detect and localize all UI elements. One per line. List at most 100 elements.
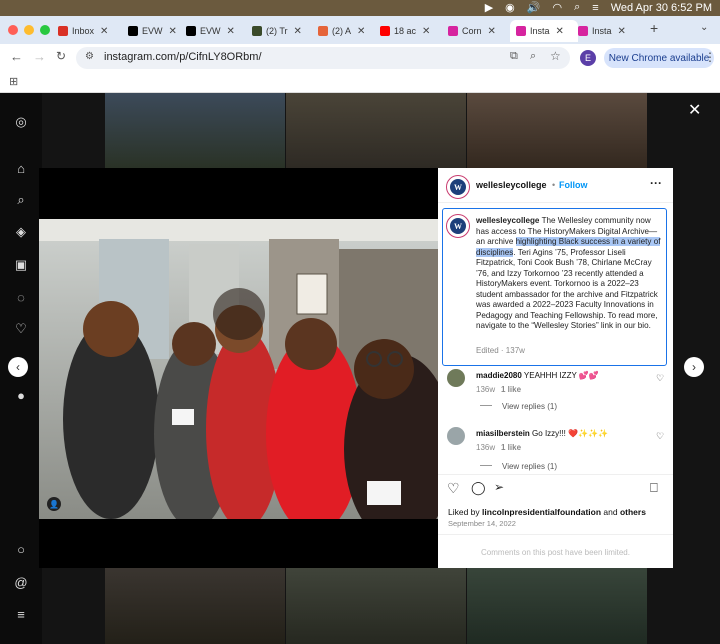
close-tab-icon[interactable]: ✕ xyxy=(169,26,177,37)
profile-avatar[interactable]: E xyxy=(580,50,596,66)
like-heart-icon[interactable]: ♡ xyxy=(447,480,460,497)
caption-username[interactable]: wellesleycollege xyxy=(476,216,539,225)
close-window-button[interactable] xyxy=(8,25,18,35)
url-text: instagram.com/p/CifnLY8ORbm/ xyxy=(104,51,262,63)
tagged-people-icon[interactable]: 👤 xyxy=(47,497,61,511)
liked-by-and: and xyxy=(601,507,620,517)
more-options-icon[interactable]: ··· xyxy=(650,176,662,190)
x-icon xyxy=(186,26,196,36)
new-chrome-available-button[interactable]: New Chrome available xyxy=(604,48,714,68)
bookmarks-bar: ⊞ xyxy=(0,72,720,93)
close-tab-icon[interactable]: ✕ xyxy=(556,26,564,37)
zoom-icon[interactable]: ⌕ xyxy=(530,50,536,63)
like-comment-heart-icon[interactable]: ♡ xyxy=(656,431,664,442)
comment-likes[interactable]: 1 like xyxy=(501,443,521,452)
address-bar[interactable]: ⚙ instagram.com/p/CifnLY8ORbm/ ⧉ ⌕ ☆ xyxy=(76,47,570,69)
x-icon xyxy=(128,26,138,36)
liked-by-username[interactable]: lincolnpresidentialfoundation xyxy=(482,507,601,517)
more-menu-icon[interactable]: ≡ xyxy=(14,607,28,622)
tab-6[interactable]: 18 ac ✕ xyxy=(380,20,440,42)
tab-7[interactable]: Corn ✕ xyxy=(448,20,508,42)
caption-text-rest: . Teri Agins ’75, Professor Liseli Fitzp… xyxy=(476,247,658,331)
close-tab-icon[interactable]: ✕ xyxy=(488,26,496,37)
view-replies-link[interactable]: View replies (1) xyxy=(502,462,557,471)
tab-1[interactable]: Inbox ✕ xyxy=(58,20,118,42)
commenter-avatar[interactable] xyxy=(447,427,465,445)
comment-text: Go Izzy!!! ❤️✨✨✨ xyxy=(532,429,608,438)
caption-author-avatar[interactable]: W xyxy=(446,214,470,238)
tab-search-icon[interactable]: ⌄ xyxy=(700,22,708,33)
wifi-icon[interactable]: ◠ xyxy=(552,1,562,14)
next-post-button[interactable]: › xyxy=(684,357,704,377)
post-photo[interactable]: 👤 xyxy=(39,219,438,519)
comment-username[interactable]: miasilberstein xyxy=(476,429,530,438)
divider xyxy=(438,474,673,475)
volume-icon[interactable]: 🔊 xyxy=(527,1,541,14)
close-tab-icon[interactable]: ✕ xyxy=(100,26,108,37)
share-icon[interactable]: ➢ xyxy=(494,480,504,494)
meta-ai-icon[interactable]: ○ xyxy=(14,542,28,557)
close-tab-icon[interactable]: ✕ xyxy=(357,26,365,37)
back-icon[interactable]: ← xyxy=(10,49,23,64)
tab-3[interactable]: EVW ✕ xyxy=(186,20,246,42)
liked-by-others[interactable]: others xyxy=(620,507,646,517)
tab-9[interactable]: Insta ✕ xyxy=(578,20,638,42)
play-icon[interactable]: ▶ xyxy=(485,1,493,14)
comment-age: 136w xyxy=(476,443,496,452)
comment-likes[interactable]: 1 like xyxy=(501,385,521,394)
search-icon[interactable]: ⌕ xyxy=(574,1,580,14)
tab-8[interactable]: Insta ✕ xyxy=(510,20,578,42)
minimize-window-button[interactable] xyxy=(24,25,34,35)
group-photo-illustration xyxy=(39,219,438,519)
profile-avatar-icon[interactable]: ● xyxy=(14,388,28,403)
tab-4[interactable]: (2) Tr ✕ xyxy=(252,20,312,42)
close-tab-icon[interactable]: ✕ xyxy=(422,26,430,37)
divider xyxy=(438,202,673,203)
control-center-icon[interactable]: ≡ xyxy=(592,2,598,14)
comment-item: maddie2080 YEAHHH IZZY 💕💕 xyxy=(476,371,599,380)
replies-line xyxy=(480,405,492,406)
reels-icon[interactable]: ▣ xyxy=(14,257,28,272)
close-tab-icon[interactable]: ✕ xyxy=(227,26,235,37)
tab-5[interactable]: (2) A ✕ xyxy=(318,20,378,42)
like-comment-heart-icon[interactable]: ♡ xyxy=(656,373,664,384)
record-icon[interactable]: ◉ xyxy=(505,1,515,14)
close-tab-icon[interactable]: ✕ xyxy=(618,26,626,37)
commenter-avatar[interactable] xyxy=(447,369,465,387)
post-caption: wellesleycollege The Wellesley community… xyxy=(476,216,662,332)
bookmark-star-icon[interactable]: ☆ xyxy=(550,49,561,63)
close-tab-icon[interactable]: ✕ xyxy=(294,26,302,37)
site-info-icon[interactable]: ⚙ xyxy=(85,51,94,62)
search-icon[interactable]: ⌕ xyxy=(14,192,28,207)
close-modal-icon[interactable]: ✕ xyxy=(688,100,701,120)
background-post-tile xyxy=(286,568,466,644)
home-icon[interactable]: ⌂ xyxy=(14,161,28,176)
tab-2[interactable]: EVW ✕ xyxy=(128,20,188,42)
previous-post-button[interactable]: ‹ xyxy=(8,357,28,377)
comment-username[interactable]: maddie2080 xyxy=(476,371,522,380)
apps-grid-icon[interactable]: ⊞ xyxy=(9,75,18,88)
comment-icon[interactable]: ◯ xyxy=(471,480,486,496)
follow-button[interactable]: Follow xyxy=(559,180,588,190)
explore-icon[interactable]: ◈ xyxy=(14,224,28,239)
caption-edited-time: Edited · 137w xyxy=(476,346,525,355)
post-date[interactable]: September 14, 2022 xyxy=(448,519,516,528)
view-replies-link[interactable]: View replies (1) xyxy=(502,402,557,411)
tab-label: 18 ac xyxy=(394,26,417,36)
author-avatar[interactable]: W xyxy=(446,175,470,199)
new-tab-button[interactable]: + xyxy=(650,20,658,36)
zoom-window-button[interactable] xyxy=(40,25,50,35)
threads-icon[interactable]: @ xyxy=(14,575,28,590)
save-bookmark-icon[interactable]: ⎕ xyxy=(650,480,658,496)
more-menu-icon[interactable]: ⋮ xyxy=(704,50,716,64)
menubar-datetime[interactable]: Wed Apr 30 6:52 PM xyxy=(611,2,712,14)
author-username[interactable]: wellesleycollege xyxy=(476,180,547,190)
messenger-icon[interactable]: ◌ xyxy=(14,290,28,305)
instagram-icon xyxy=(516,26,526,36)
notifications-heart-icon[interactable]: ♡ xyxy=(14,321,28,336)
forward-icon[interactable]: → xyxy=(33,49,46,64)
install-app-icon[interactable]: ⧉ xyxy=(510,50,518,63)
replies-line xyxy=(480,465,492,466)
instagram-logo-icon[interactable]: ◎ xyxy=(14,114,28,129)
reload-icon[interactable]: ↻ xyxy=(56,49,66,63)
